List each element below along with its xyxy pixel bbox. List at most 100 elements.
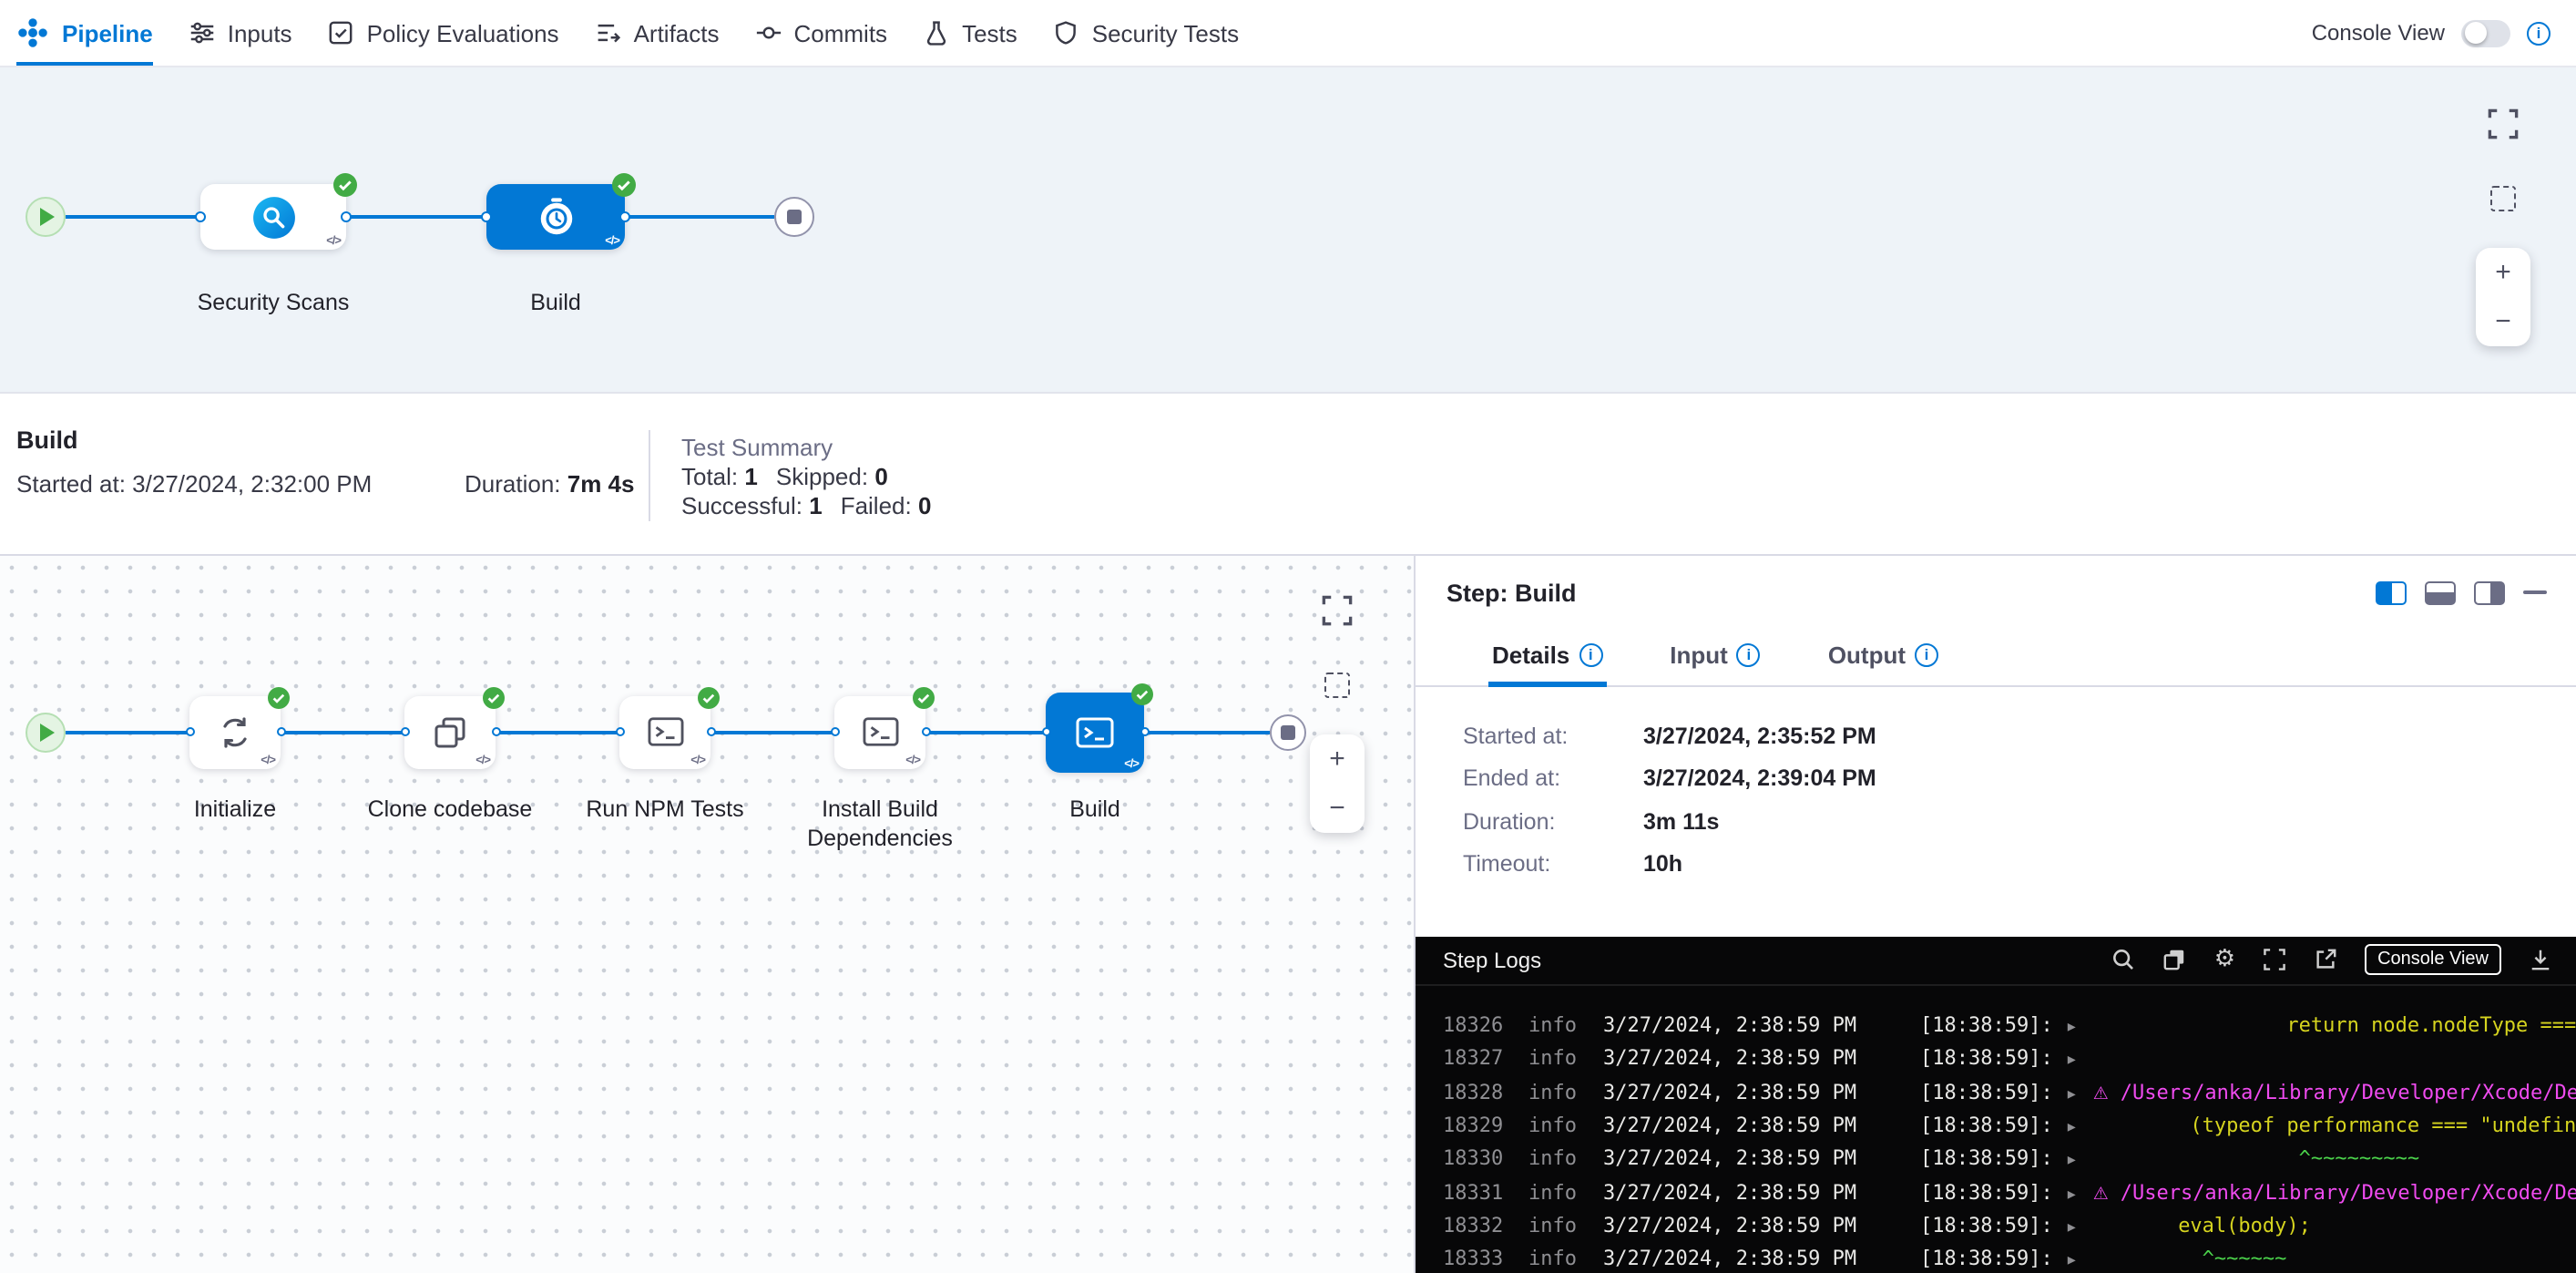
- expander-icon[interactable]: [2068, 1180, 2084, 1204]
- expander-icon[interactable]: [2068, 1247, 2084, 1270]
- log-date: 3/27/2024, 2:38:59 PM: [1603, 1180, 1856, 1204]
- step-label-install-build-dependencies[interactable]: Install Build Dependencies: [780, 794, 980, 853]
- play-icon: [40, 723, 55, 741]
- log-line-number: 18330: [1443, 1147, 1503, 1171]
- stop-icon: [1281, 724, 1295, 739]
- zoom-in-button[interactable]: [1310, 734, 1365, 783]
- expander-icon[interactable]: [2068, 1080, 2084, 1104]
- detail-row: Started at:3/27/2024, 2:35:52 PM: [1463, 723, 2576, 748]
- stage-card-security-scans[interactable]: </>: [200, 184, 346, 250]
- selection-marquee-icon[interactable]: [2490, 186, 2516, 211]
- expander-icon[interactable]: [2068, 1147, 2084, 1171]
- successful-value: 1: [809, 492, 822, 519]
- info-icon[interactable]: [1915, 642, 1938, 666]
- step-graph-start-node[interactable]: [26, 712, 66, 752]
- step-graph-end-node[interactable]: [1270, 713, 1306, 750]
- connector-port: [195, 211, 206, 222]
- layout-right-pane-icon[interactable]: [2474, 580, 2505, 604]
- log-line: 18328info3/27/2024, 2:38:59 PM[18:38:59]…: [1416, 1075, 2576, 1109]
- stage-card-build[interactable]: </>: [486, 184, 625, 250]
- connector-port: [615, 727, 624, 736]
- layout-left-pane-icon[interactable]: [2376, 580, 2407, 604]
- zoom-out-button[interactable]: [2476, 297, 2530, 346]
- selection-marquee-icon[interactable]: [1324, 672, 1350, 697]
- tab-security-tests[interactable]: Security Tests: [1054, 0, 1239, 66]
- tab-output[interactable]: Output: [1825, 626, 1942, 684]
- tab-artifacts[interactable]: Artifacts: [596, 0, 720, 66]
- detail-label: Duration:: [1463, 808, 1643, 834]
- tab-label: Pipeline: [62, 19, 153, 46]
- log-time: [18:38:59]:: [1920, 1114, 2053, 1137]
- skipped-label: Skipped:: [776, 463, 868, 490]
- stop-icon: [787, 210, 802, 224]
- fullscreen-icon[interactable]: [2263, 948, 2286, 971]
- collapse-panel-icon[interactable]: [2523, 590, 2547, 595]
- log-line: 18327info3/27/2024, 2:38:59 PM[18:38:59]…: [1416, 1042, 2576, 1076]
- expander-icon[interactable]: [2068, 1114, 2084, 1137]
- expander-icon[interactable]: [2068, 1214, 2084, 1237]
- success-check-icon: [612, 173, 636, 197]
- expander-icon[interactable]: [2068, 1013, 2084, 1037]
- tab-tests[interactable]: Tests: [924, 0, 1017, 66]
- settings-gear-icon[interactable]: ⚙: [2214, 948, 2235, 971]
- zoom-in-button[interactable]: [2476, 248, 2530, 297]
- log-level: info: [1528, 1247, 1578, 1270]
- step-card-clone-codebase[interactable]: </>: [404, 695, 496, 768]
- fullscreen-icon[interactable]: [2487, 108, 2520, 140]
- connector-line: [66, 215, 200, 219]
- tab-input[interactable]: Input: [1666, 626, 1764, 684]
- tab-policy-evaluations[interactable]: Policy Evaluations: [329, 0, 559, 66]
- toggle-knob: [2464, 22, 2486, 44]
- copy-icon[interactable]: [2163, 948, 2187, 971]
- tab-commits[interactable]: Commits: [756, 0, 888, 66]
- tab-details[interactable]: Details: [1488, 626, 1606, 684]
- connector-line: [925, 730, 1046, 734]
- log-date: 3/27/2024, 2:38:59 PM: [1603, 1114, 1856, 1137]
- connector-port: [481, 211, 492, 222]
- artifacts-list-icon: [596, 20, 621, 46]
- step-card-run-npm-tests[interactable]: </>: [619, 695, 710, 768]
- skipped-value: 0: [874, 463, 887, 490]
- step-card-install-build-dependencies[interactable]: </>: [834, 695, 925, 768]
- stage-label-security-scans[interactable]: Security Scans: [173, 288, 373, 318]
- zoom-controls: [2476, 248, 2530, 346]
- pipeline-start-node[interactable]: [26, 197, 66, 237]
- step-details-list: Started at:3/27/2024, 2:35:52 PM Ended a…: [1416, 686, 2576, 877]
- connector-port: [706, 727, 715, 736]
- divider: [649, 430, 650, 521]
- layout-bottom-pane-icon[interactable]: [2425, 580, 2456, 604]
- step-label-build[interactable]: Build: [995, 794, 1195, 824]
- step-label-run-npm-tests[interactable]: Run NPM Tests: [565, 794, 765, 824]
- download-icon[interactable]: [2529, 948, 2552, 971]
- success-check-icon: [333, 173, 357, 197]
- git-commit-icon: [756, 20, 782, 46]
- detail-value: 3/27/2024, 2:35:52 PM: [1643, 723, 1876, 748]
- expander-icon[interactable]: [2068, 1047, 2084, 1071]
- pipeline-end-node[interactable]: [774, 197, 814, 237]
- step-card-build[interactable]: </>: [1046, 692, 1144, 772]
- step-label-initialize[interactable]: Initialize: [135, 794, 335, 824]
- console-toolbar: ⚙ Console View: [2112, 944, 2552, 975]
- stage-label-build[interactable]: Build: [455, 288, 656, 318]
- info-icon[interactable]: [1737, 642, 1761, 666]
- open-external-icon[interactable]: [2314, 948, 2337, 971]
- search-icon[interactable]: [2112, 948, 2136, 971]
- tab-inputs[interactable]: Inputs: [189, 0, 292, 66]
- zoom-out-button[interactable]: [1310, 783, 1365, 832]
- tab-pipeline[interactable]: Pipeline: [16, 0, 153, 66]
- connector-line: [625, 215, 774, 219]
- log-date: 3/27/2024, 2:38:59 PM: [1603, 1214, 1856, 1237]
- connector-line: [281, 730, 404, 734]
- tab-label: Details: [1492, 641, 1569, 668]
- step-card-initialize[interactable]: </>: [189, 695, 281, 768]
- fullscreen-icon[interactable]: [1321, 593, 1354, 626]
- stage-graph-controls: [2476, 108, 2530, 346]
- detail-value: 3m 11s: [1643, 808, 1719, 834]
- info-icon[interactable]: [1579, 642, 1602, 666]
- step-label-clone-codebase[interactable]: Clone codebase: [350, 794, 550, 824]
- info-icon[interactable]: [2527, 21, 2550, 45]
- connector-port: [921, 727, 930, 736]
- console-view-button[interactable]: Console View: [2365, 944, 2501, 975]
- console-view-toggle[interactable]: [2461, 19, 2510, 46]
- summary-duration: Duration: 7m 4s: [465, 470, 635, 498]
